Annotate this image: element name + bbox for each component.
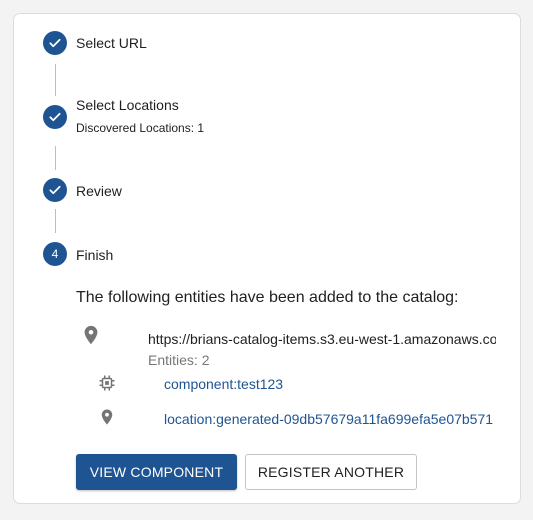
finish-intro-text: The following entities have been added t… xyxy=(76,289,459,306)
component-link[interactable]: component:test123 xyxy=(164,376,497,392)
step-4-label: Finish xyxy=(76,247,114,263)
step-3-check-icon xyxy=(43,178,67,202)
discovered-locations-text: Discovered Locations: 1 xyxy=(76,121,205,135)
view-component-button[interactable]: VIEW COMPONENT xyxy=(76,454,237,490)
step-1-label: Select URL xyxy=(76,35,147,51)
entities-count-text: Entities: 2 xyxy=(148,352,210,368)
step-4-number-icon: 4 xyxy=(43,242,67,266)
step-2-label: Select Locations xyxy=(76,97,179,113)
location-url-text: https://brians-catalog-items.s3.eu-west-… xyxy=(148,331,496,347)
step-3-label: Review xyxy=(76,183,122,199)
location-pin-icon xyxy=(98,408,116,426)
step-1-check-icon xyxy=(43,31,67,55)
location-pin-icon xyxy=(80,324,102,346)
stepper-card: Select URL Select Locations Discovered L… xyxy=(13,13,521,504)
step-2-check-icon xyxy=(43,105,67,129)
step-connector xyxy=(55,146,56,170)
component-chip-icon xyxy=(98,374,116,392)
location-link[interactable]: location:generated-09db57679a11fa699efa5… xyxy=(164,411,497,427)
step-connector xyxy=(55,64,56,96)
step-connector xyxy=(55,209,56,233)
register-another-button[interactable]: REGISTER ANOTHER xyxy=(245,454,417,490)
